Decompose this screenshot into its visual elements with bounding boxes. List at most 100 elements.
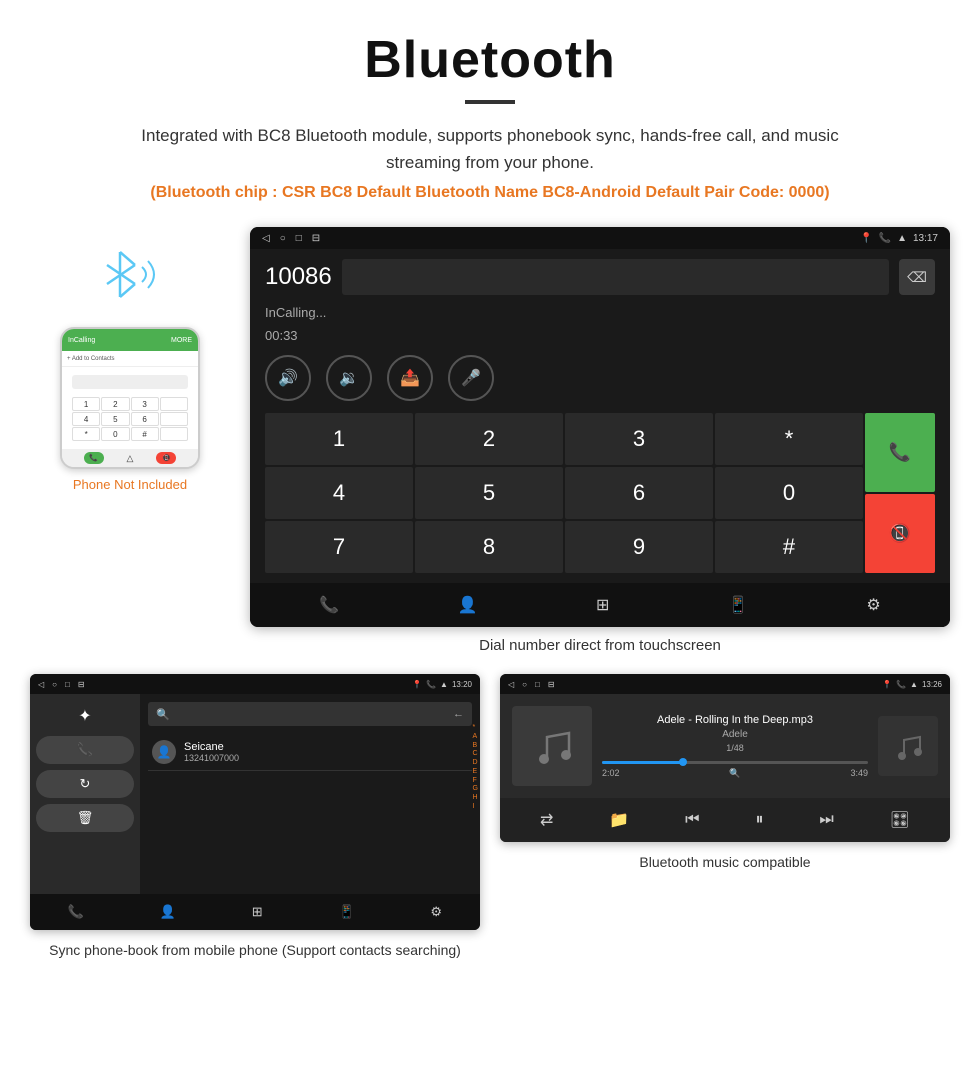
music-screen: ◁ ○ □ ⊟ 📍 📞 ▲ 13:26 [500, 674, 950, 842]
key-6[interactable]: 6 [565, 467, 713, 519]
nav-grid-icon[interactable]: ⊞ [584, 587, 621, 623]
music-block: ◁ ○ □ ⊟ 📍 📞 ▲ 13:26 [500, 674, 950, 961]
pb-recent-icon: □ [65, 680, 70, 689]
call-timer: 00:33 [265, 328, 935, 343]
pb-apps-icon: ⊟ [78, 680, 85, 689]
music-player-main: Adele - Rolling In the Deep.mp3 Adele 1/… [500, 694, 950, 798]
key-1[interactable]: 1 [265, 413, 413, 465]
music-wifi-icon: ▲ [910, 680, 918, 689]
key-5[interactable]: 5 [415, 467, 563, 519]
music-info: Adele - Rolling In the Deep.mp3 Adele 1/… [602, 714, 868, 779]
pb-search-bar[interactable]: 🔍 ← [148, 702, 472, 726]
dial-screen-section: ◁ ○ □ ⊟ 📍 📞 ▲ 13:17 10086 ⌫ [250, 217, 950, 654]
nav-settings-icon[interactable]: ⚙ [854, 587, 892, 623]
phonebook-block: ◁ ○ □ ⊟ 📍 📞 ▲ 13:20 ✦ 📞 ↻ � [30, 674, 480, 961]
volume-up-button[interactable]: 🔊 [265, 355, 311, 401]
music-note-small-icon [890, 728, 926, 764]
end-call-button[interactable]: 📵 [865, 494, 935, 573]
progress-bar[interactable] [602, 761, 868, 764]
pb-nav-transfer[interactable]: 📱 [338, 904, 354, 920]
key-3[interactable]: 3 [565, 413, 713, 465]
transfer-button[interactable]: 📤 [387, 355, 433, 401]
pb-nav-settings[interactable]: ⚙ [430, 904, 442, 920]
search-icon: 🔍 [156, 708, 170, 721]
status-time: 13:17 [913, 233, 938, 244]
contact-row[interactable]: 👤 Seicane 13241007000 [148, 734, 472, 771]
phone-section: InCalling MORE + Add to Contacts 1 2 3 4… [30, 217, 230, 492]
pb-wifi-icon: ▲ [440, 680, 448, 689]
key-4[interactable]: 4 [265, 467, 413, 519]
delete-button[interactable]: ⌫ [899, 259, 935, 295]
pb-delete-button[interactable]: 🗑 [36, 804, 134, 832]
apps-icon: ⊟ [312, 233, 320, 244]
music-status-bar: ◁ ○ □ ⊟ 📍 📞 ▲ 13:26 [500, 674, 950, 694]
pb-call-button[interactable]: 📞 [36, 736, 134, 764]
key-2[interactable]: 2 [415, 413, 563, 465]
title-divider [465, 100, 515, 104]
music-caption: Bluetooth music compatible [500, 852, 950, 873]
music-back-icon: ◁ [508, 680, 514, 689]
android-dial-screen: ◁ ○ □ ⊟ 📍 📞 ▲ 13:17 10086 ⌫ [250, 227, 950, 627]
key-0[interactable]: 0 [715, 467, 863, 519]
music-count: 1/48 [602, 743, 868, 753]
eq-button[interactable]: 🎛 [882, 806, 918, 834]
key-7[interactable]: 7 [265, 521, 413, 573]
dial-controls: 🔊 🔉 📤 🎤 [265, 355, 935, 401]
music-artist: Adele [602, 729, 868, 740]
music-recent-icon: □ [535, 680, 540, 689]
page-header: Bluetooth Integrated with BC8 Bluetooth … [0, 0, 980, 217]
location-icon: 📍 [860, 233, 872, 244]
main-content: InCalling MORE + Add to Contacts 1 2 3 4… [0, 217, 980, 654]
next-button[interactable]: ⏭ [811, 807, 841, 833]
pb-content: ✦ 📞 ↻ 🗑 🔍 ← 👤 Seicane [30, 694, 480, 894]
bluetooth-signal-icon [80, 237, 170, 312]
search-music-icon[interactable]: 🔍 [729, 768, 740, 779]
wifi-icon: ▲ [897, 233, 907, 244]
keypad-area: 1 2 3 * 4 5 6 0 7 8 9 # 📞 [265, 413, 935, 573]
phone-top-bar: InCalling MORE [62, 329, 198, 351]
orange-note: (Bluetooth chip : CSR BC8 Default Blueto… [60, 184, 920, 202]
volume-down-button[interactable]: 🔉 [326, 355, 372, 401]
phonebook-caption: Sync phone-book from mobile phone (Suppo… [30, 940, 480, 961]
answer-call-button[interactable]: 📞 [865, 413, 935, 492]
album-art-small [878, 716, 938, 776]
pb-status-bar: ◁ ○ □ ⊟ 📍 📞 ▲ 13:20 [30, 674, 480, 694]
page-title: Bluetooth [60, 30, 920, 90]
music-location-icon: 📍 [882, 680, 892, 689]
shuffle-button[interactable]: ⇄ [532, 806, 561, 834]
nav-transfer-icon[interactable]: 📱 [716, 587, 760, 623]
phonebook-screen: ◁ ○ □ ⊟ 📍 📞 ▲ 13:20 ✦ 📞 ↻ � [30, 674, 480, 930]
contact-avatar: 👤 [152, 740, 176, 764]
pb-nav-contact[interactable]: 👤 [160, 904, 176, 920]
progress-dot [679, 758, 687, 766]
alphabet-index: * A B C D E F G H I [473, 724, 478, 810]
pb-nav-grid[interactable]: ⊞ [252, 904, 263, 920]
phone-call-button: 📞 [84, 452, 104, 464]
call-buttons: 📞 📵 [865, 413, 935, 573]
pb-back-icon: ◁ [38, 680, 44, 689]
key-hash[interactable]: # [715, 521, 863, 573]
mute-button[interactable]: 🎤 [448, 355, 494, 401]
folder-button[interactable]: 📁 [601, 806, 637, 834]
dial-screen-caption: Dial number direct from touchscreen [250, 637, 950, 654]
pb-bluetooth-icon[interactable]: ✦ [36, 702, 134, 730]
pb-home-icon: ○ [52, 680, 57, 689]
pb-nav-call[interactable]: 📞 [68, 904, 84, 920]
nav-call-icon[interactable]: 📞 [307, 587, 351, 623]
phone-keypad: 1 2 3 4 5 6 * 0 # [67, 393, 193, 445]
key-star[interactable]: * [715, 413, 863, 465]
pb-sync-button[interactable]: ↻ [36, 770, 134, 798]
music-controls: ⇄ 📁 ⏮ ⏸ ⏭ 🎛 [500, 798, 950, 842]
track-name: Adele - Rolling In the Deep.mp3 [602, 714, 868, 726]
nav-contacts-icon[interactable]: 👤 [446, 587, 490, 623]
prev-button[interactable]: ⏮ [677, 807, 707, 833]
contact-phone: 13241007000 [184, 753, 239, 763]
bottom-screenshots: ◁ ○ □ ⊟ 📍 📞 ▲ 13:20 ✦ 📞 ↻ � [0, 654, 980, 981]
key-8[interactable]: 8 [415, 521, 563, 573]
music-home-icon: ○ [522, 680, 527, 689]
play-pause-button[interactable]: ⏸ [747, 807, 771, 833]
key-9[interactable]: 9 [565, 521, 713, 573]
dial-content: 10086 ⌫ InCalling... 00:33 🔊 🔉 📤 🎤 [250, 249, 950, 583]
pb-sidebar: ✦ 📞 ↻ 🗑 [30, 694, 140, 894]
music-note-icon [527, 721, 577, 771]
